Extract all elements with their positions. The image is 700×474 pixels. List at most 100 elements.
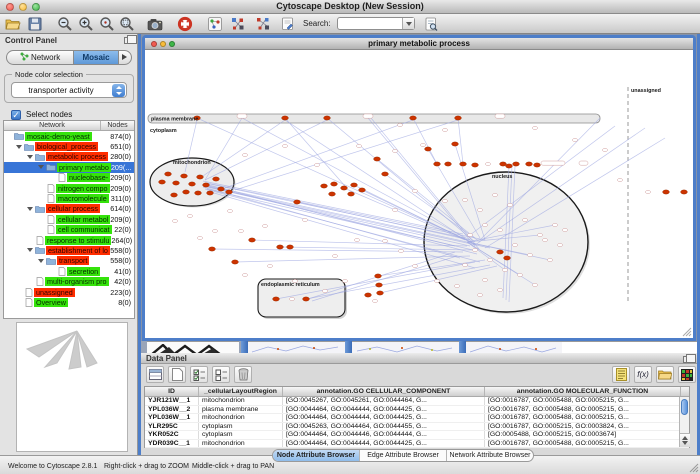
close-button[interactable] [6,3,14,11]
network-node[interactable] [212,229,217,232]
network-node[interactable] [512,243,517,246]
table-row[interactable]: YLR295Ccytoplasm[GO:0045263, GO:0044464,… [145,423,689,432]
network-node-selected[interactable] [171,193,178,197]
network-node[interactable] [482,223,487,226]
table-row[interactable]: YJR121W__1mitochondrion[GO:0045267, GO:0… [145,397,689,406]
advanced-search-icon[interactable] [423,16,439,32]
network-node[interactable] [482,278,487,281]
network-node-selected[interactable] [663,190,670,194]
column-header[interactable]: annotation.GO MOLECULAR_FUNCTION [485,387,681,396]
network-node[interactable] [242,273,247,276]
network-node[interactable] [467,233,472,236]
network-node[interactable] [497,228,502,231]
network-node-selected[interactable] [203,183,210,187]
tree-row[interactable]: cellular process614(0) [4,204,134,214]
annotation-icon[interactable] [280,16,296,32]
nucleus-compartment[interactable] [424,172,588,312]
network-node[interactable] [289,297,294,300]
save-icon[interactable] [27,16,43,32]
network-node[interactable] [242,153,247,156]
network-node-selected[interactable] [331,182,338,186]
network-node[interactable] [472,248,477,251]
network-node-selected[interactable] [472,163,479,167]
zoom-in-icon[interactable] [78,16,94,32]
network-node[interactable] [454,284,459,287]
birdseye-view[interactable] [16,322,128,452]
network-node-selected[interactable] [359,188,366,192]
network-node-selected[interactable] [374,157,381,161]
network-node[interactable] [562,228,567,231]
network-node[interactable] [557,243,562,246]
zoom-selected-icon[interactable] [99,16,115,32]
tree-row[interactable]: biological_process651(0) [4,141,134,151]
search-input[interactable] [337,17,415,30]
tab-overflow-arrow[interactable] [119,51,131,64]
network-node-selected[interactable] [410,116,417,120]
network-node[interactable] [442,128,447,131]
expand-arrow-icon[interactable] [27,248,33,252]
tree-row[interactable]: primary metabo209(... [4,162,134,172]
tree-row[interactable]: metabolic process280(0) [4,152,134,162]
delete-attribute-icon[interactable] [234,366,252,383]
network-overview-icon[interactable] [207,16,223,32]
network-node-selected[interactable] [455,116,462,120]
network-node[interactable] [187,214,192,217]
network-node-selected[interactable] [434,162,441,166]
tree-row[interactable]: secretion41(0) [4,266,134,276]
tab-network[interactable]: Network [7,51,73,64]
tree-row[interactable]: response to stimulu264(0) [4,235,134,245]
network-node-selected[interactable] [504,256,511,260]
network-node-selected[interactable] [277,245,284,249]
network-node-selected[interactable] [382,172,389,176]
table-scrollbar[interactable] [679,397,689,447]
background-window-edge[interactable] [345,341,352,353]
expand-arrow-icon[interactable] [38,259,44,263]
table-row[interactable]: YPL036W__1mitochondrion[GO:0044464, GO:0… [145,414,689,423]
network-node[interactable] [314,163,319,166]
help-ring-icon[interactable] [177,16,193,32]
tab-network-attribute-browser[interactable]: Network Attribute Browser [447,450,533,461]
network-node[interactable] [342,279,347,282]
window-resize-grip[interactable] [683,328,691,336]
app-resize-grip[interactable] [689,463,699,473]
network-node-selected[interactable] [303,297,310,301]
network-node-selected[interactable] [218,187,225,191]
network-node-selected[interactable] [294,200,301,204]
network-node-selected[interactable] [207,191,214,195]
network-node[interactable] [356,144,361,147]
network-node[interactable] [354,238,359,241]
network-node[interactable] [392,208,397,211]
network-node-selected[interactable] [534,163,541,167]
network-node[interactable] [238,229,243,232]
network-node-selected[interactable] [460,162,467,166]
network-node-selected[interactable] [195,191,202,195]
maximize-icon[interactable] [169,41,175,47]
background-window-edge[interactable] [241,341,248,353]
network-node-selected[interactable] [249,238,256,242]
tab-node-attribute-browser[interactable]: Node Attribute Browser [273,450,360,461]
snapshot-icon[interactable] [147,16,163,32]
tree-row[interactable]: mosaic-demo-yeast874(0) [4,131,134,141]
layout-network-a-icon[interactable] [230,16,246,32]
network-node[interactable] [412,264,417,267]
attribute-matrix-icon[interactable] [678,366,696,383]
network-node-selected[interactable] [513,162,520,166]
tree-row[interactable]: macromolecule311(0) [4,193,134,203]
tree-row[interactable]: unassigned223(0) [4,287,134,297]
layout-network-b-icon[interactable] [255,16,271,32]
network-node-selected[interactable] [329,192,336,196]
network-node-selected[interactable] [500,162,507,166]
network-node-selected[interactable] [425,147,432,151]
network-node-label[interactable] [541,161,565,165]
scrollbar-arrows[interactable] [680,433,690,447]
table-row[interactable]: YPL036W__2plasma membrane[GO:0044464, GO… [145,406,689,415]
tree-row[interactable]: cell communicat22(0) [4,225,134,235]
network-node-selected[interactable] [165,172,172,176]
network-node[interactable] [617,178,622,181]
tree-row[interactable]: transport558(0) [4,256,134,266]
open-file-icon[interactable] [5,16,21,32]
tree-row[interactable]: cellular metabol209(0) [4,214,134,224]
network-node[interactable] [497,288,502,291]
network-node[interactable] [602,148,607,151]
zoom-fit-icon[interactable] [119,16,135,32]
